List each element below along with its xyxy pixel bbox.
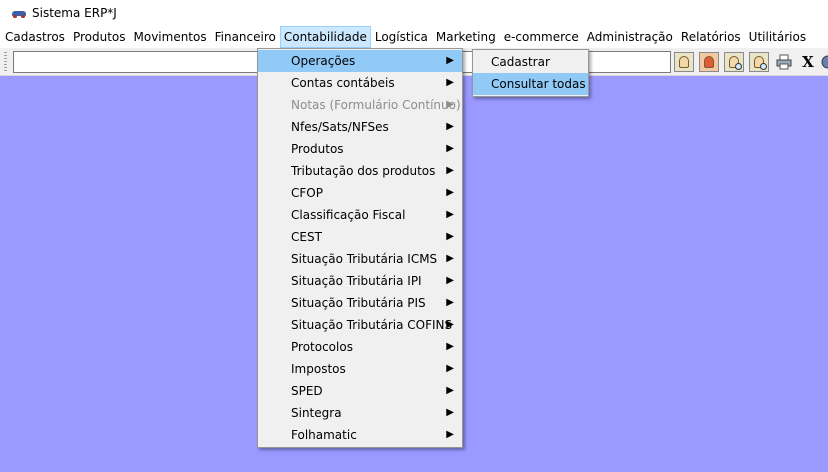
- menu-movimentos[interactable]: Movimentos: [130, 26, 211, 48]
- title-bar: Sistema ERP*J: [0, 0, 828, 26]
- chevron-right-icon: ▶: [446, 99, 454, 110]
- user-icon: [679, 56, 689, 68]
- window-title: Sistema ERP*J: [32, 6, 117, 20]
- menu-financeiro[interactable]: Financeiro: [211, 26, 280, 48]
- close-x-button[interactable]: X: [798, 52, 818, 72]
- operacoes-submenu: Cadastrar Consultar todas: [472, 49, 589, 97]
- user-icon-button[interactable]: [674, 52, 694, 72]
- menu-item-contas-contabeis[interactable]: Contas contábeis ▶: [258, 72, 462, 94]
- menu-item-label: Situação Tributária PIS: [291, 296, 426, 310]
- chevron-right-icon: ▶: [446, 231, 454, 242]
- menu-item-operacoes[interactable]: Operações ▶: [258, 50, 462, 72]
- menu-item-label: CEST: [291, 230, 322, 244]
- contabilidade-dropdown: Operações ▶ Contas contábeis ▶ Notas (Form…: [257, 48, 463, 448]
- menu-marketing[interactable]: Marketing: [432, 26, 500, 48]
- overflow-button[interactable]: [818, 52, 828, 72]
- chevron-right-icon: ▶: [446, 407, 454, 418]
- menu-item-label: Tributação dos produtos: [291, 164, 436, 178]
- menu-logistica[interactable]: Logística: [371, 26, 432, 48]
- menu-item-sped[interactable]: SPED ▶: [258, 380, 462, 402]
- menu-item-notas-formulario: Notas (Formulário Contínuo) ▶: [258, 94, 462, 116]
- user-search-button[interactable]: [724, 52, 744, 72]
- menu-item-label: Operações: [291, 54, 356, 68]
- menu-item-label: Protocolos: [291, 340, 353, 354]
- menu-item-cadastrar[interactable]: Cadastrar: [473, 51, 588, 73]
- chevron-right-icon: ▶: [446, 297, 454, 308]
- menu-item-label: SPED: [291, 384, 323, 398]
- user-alert-icon: [704, 56, 714, 68]
- menu-item-cest[interactable]: CEST ▶: [258, 226, 462, 248]
- menu-item-produtos[interactable]: Produtos ▶: [258, 138, 462, 160]
- menu-item-label: Cadastrar: [491, 55, 550, 69]
- menu-administracao[interactable]: Administração: [583, 26, 677, 48]
- menu-item-st-ipi[interactable]: Situação Tributária IPI ▶: [258, 270, 462, 292]
- menu-item-label: Situação Tributária IPI: [291, 274, 422, 288]
- chevron-right-icon: ▶: [446, 55, 454, 66]
- chevron-right-icon: ▶: [446, 77, 454, 88]
- menu-item-cfop[interactable]: CFOP ▶: [258, 182, 462, 204]
- menu-item-consultar-todas[interactable]: Consultar todas: [473, 73, 588, 95]
- menu-relatorios[interactable]: Relatórios: [677, 26, 745, 48]
- overflow-icon: [821, 55, 828, 69]
- chevron-right-icon: ▶: [446, 363, 454, 374]
- chevron-right-icon: ▶: [446, 253, 454, 264]
- user-alert-icon-button[interactable]: [699, 52, 719, 72]
- chevron-right-icon: ▶: [446, 429, 454, 440]
- menu-item-label: Consultar todas: [491, 77, 586, 91]
- user-search-alt-button[interactable]: [749, 52, 769, 72]
- menu-item-classificacao-fiscal[interactable]: Classificação Fiscal ▶: [258, 204, 462, 226]
- chevron-right-icon: ▶: [446, 165, 454, 176]
- menu-item-label: CFOP: [291, 186, 323, 200]
- chevron-right-icon: ▶: [446, 275, 454, 286]
- chevron-right-icon: ▶: [446, 319, 454, 330]
- menu-utilitarios[interactable]: Utilitários: [745, 26, 810, 48]
- chevron-right-icon: ▶: [446, 121, 454, 132]
- menu-item-tributacao-produtos[interactable]: Tributação dos produtos ▶: [258, 160, 462, 182]
- menu-item-label: Folhamatic: [291, 428, 357, 442]
- menu-item-st-pis[interactable]: Situação Tributária PIS ▶: [258, 292, 462, 314]
- menu-item-st-cofins[interactable]: Situação Tributária COFINS ▶: [258, 314, 462, 336]
- menu-item-nfes[interactable]: Nfes/Sats/NFSes ▶: [258, 116, 462, 138]
- menu-item-sintegra[interactable]: Sintegra ▶: [258, 402, 462, 424]
- print-button[interactable]: [774, 52, 794, 72]
- menu-item-label: Classificação Fiscal: [291, 208, 406, 222]
- menu-item-folhamatic[interactable]: Folhamatic ▶: [258, 424, 462, 446]
- chevron-right-icon: ▶: [446, 209, 454, 220]
- menu-item-label: Nfes/Sats/NFSes: [291, 120, 389, 134]
- chevron-right-icon: ▶: [446, 143, 454, 154]
- menu-item-label: Produtos: [291, 142, 344, 156]
- menu-item-protocolos[interactable]: Protocolos ▶: [258, 336, 462, 358]
- menu-cadastros[interactable]: Cadastros: [0, 26, 69, 48]
- menu-item-label: Notas (Formulário Contínuo): [291, 98, 461, 112]
- menu-contabilidade[interactable]: Contabilidade: [279, 26, 371, 48]
- menu-item-label: Sintegra: [291, 406, 342, 420]
- toolbar-grip[interactable]: [4, 52, 7, 72]
- menu-ecommerce[interactable]: e-commerce: [500, 26, 583, 48]
- menu-item-st-icms[interactable]: Situação Tributária ICMS ▶: [258, 248, 462, 270]
- menu-item-label: Situação Tributária COFINS: [291, 318, 453, 332]
- chevron-right-icon: ▶: [446, 385, 454, 396]
- menu-bar: Cadastros Produtos Movimentos Financeiro…: [0, 26, 828, 48]
- menu-item-label: Contas contábeis: [291, 76, 395, 90]
- menu-produtos[interactable]: Produtos: [69, 26, 130, 48]
- printer-icon: [776, 54, 792, 70]
- app-car-icon: [10, 8, 28, 18]
- chevron-right-icon: ▶: [446, 187, 454, 198]
- menu-item-label: Situação Tributária ICMS: [291, 252, 438, 266]
- menu-item-impostos[interactable]: Impostos ▶: [258, 358, 462, 380]
- chevron-right-icon: ▶: [446, 341, 454, 352]
- menu-item-label: Impostos: [291, 362, 346, 376]
